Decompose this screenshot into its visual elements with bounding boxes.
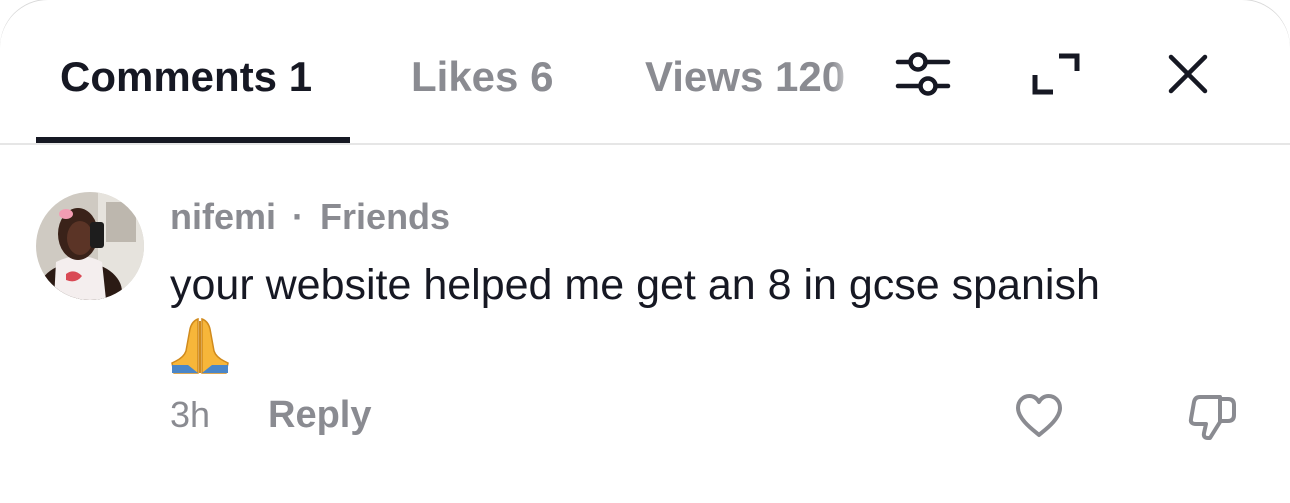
folded-hands-icon: [171, 317, 229, 374]
active-tab-indicator: [36, 137, 350, 143]
tab-likes[interactable]: Likes 6: [411, 52, 553, 102]
comment-text: your website helped me get an 8 in gcse …: [170, 261, 1100, 309]
relationship-label: Friends: [320, 196, 451, 237]
sheet-header: Comments 1 Likes 6 Views 120: [0, 0, 1290, 145]
heart-icon: [1016, 394, 1062, 437]
tab-views[interactable]: Views 120: [645, 52, 858, 102]
filter-button[interactable]: [890, 44, 956, 104]
avatar-photo: [36, 192, 144, 300]
tab-comments[interactable]: Comments 1: [60, 52, 312, 102]
close-icon: [1168, 54, 1208, 94]
expand-button[interactable]: [1026, 46, 1086, 102]
meta-separator: ·: [292, 196, 305, 237]
folded-hands-emoji: [170, 317, 230, 375]
filter-sliders-icon: [895, 52, 951, 96]
comment-item: nifemi · Friends your website helped me …: [0, 145, 1290, 503]
like-button[interactable]: [1008, 385, 1070, 447]
comment-timestamp: 3h: [170, 394, 211, 435]
dislike-button[interactable]: [1182, 385, 1244, 447]
reply-button[interactable]: Reply: [268, 393, 371, 437]
expand-icon: [1032, 53, 1080, 95]
comment-username[interactable]: nifemi: [170, 196, 276, 237]
comments-sheet: Comments 1 Likes 6 Views 120 nifemi · Fr…: [0, 0, 1290, 503]
avatar[interactable]: [36, 192, 144, 300]
close-button[interactable]: [1158, 44, 1218, 104]
dislike-icon: [1188, 395, 1236, 440]
comment-meta: nifemi · Friends: [170, 195, 450, 239]
